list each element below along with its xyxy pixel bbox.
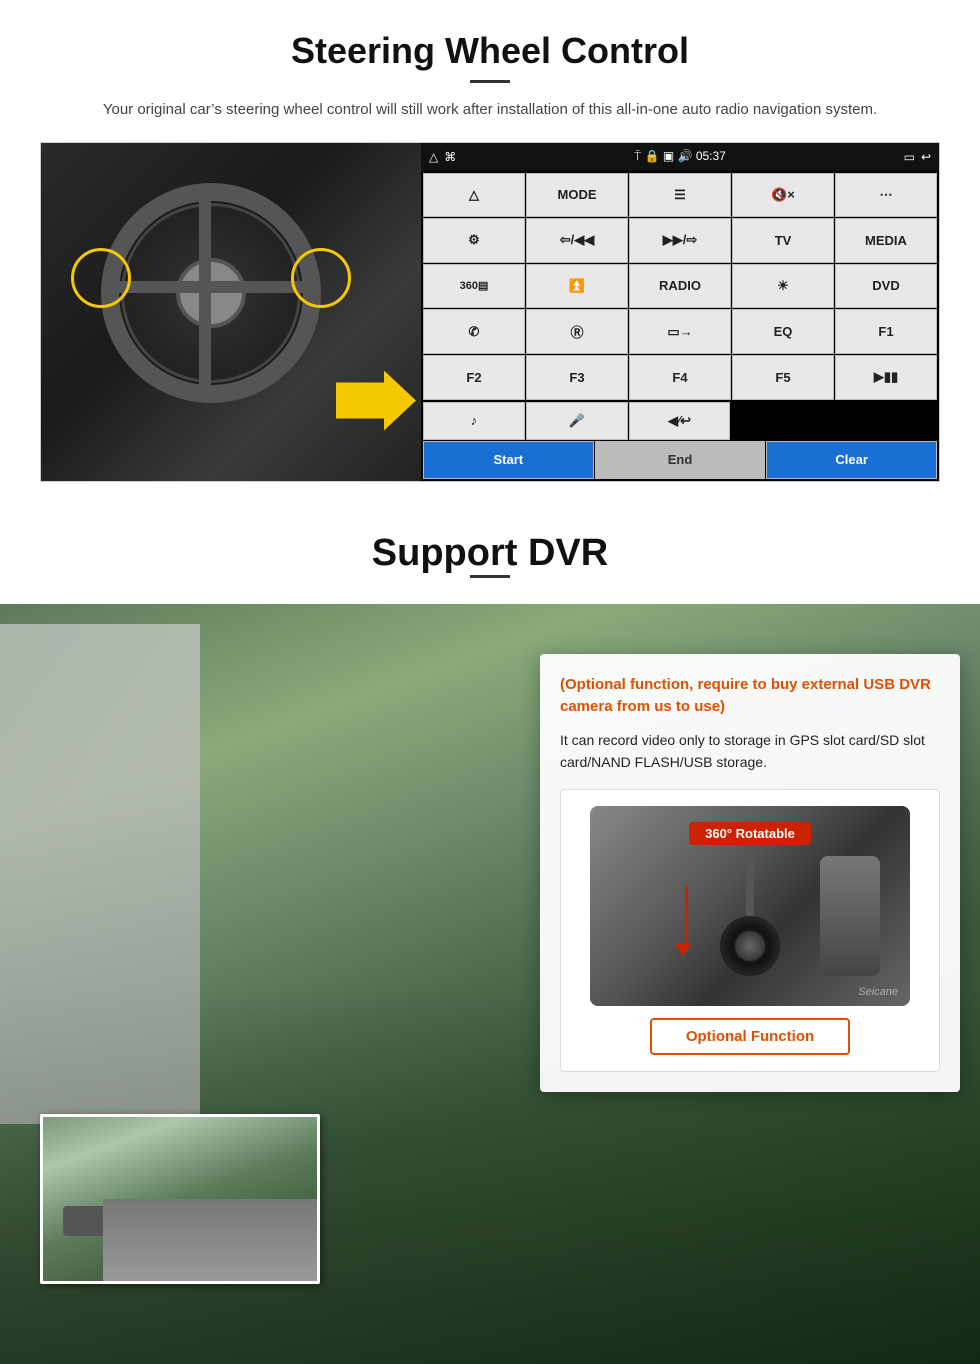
- back-icon: ↩: [921, 150, 931, 164]
- end-button[interactable]: End: [595, 441, 766, 479]
- btn-next[interactable]: ▶▶/⇨: [629, 218, 731, 263]
- car-shape-2: [123, 1206, 163, 1231]
- steering-section: Steering Wheel Control Your original car…: [0, 0, 980, 502]
- btn-f1[interactable]: F1: [835, 309, 937, 354]
- start-button[interactable]: Start: [423, 441, 594, 479]
- screen-icon: ▣: [663, 149, 674, 163]
- dvr-title: Support DVR: [40, 532, 940, 575]
- camera-body: [820, 856, 880, 976]
- highlight-circle-left: [71, 248, 131, 308]
- btn-apps[interactable]: ⋯: [835, 173, 937, 218]
- btn-f3[interactable]: F3: [526, 355, 628, 400]
- btn-usb[interactable]: ▭→: [629, 309, 731, 354]
- btn-f2[interactable]: F2: [423, 355, 525, 400]
- btn-media[interactable]: MEDIA: [835, 218, 937, 263]
- btn-playpause[interactable]: ▶▮▮: [835, 355, 937, 400]
- window-icon: ▭: [904, 150, 915, 164]
- btn-radio[interactable]: RADIO: [629, 264, 731, 309]
- arrow-indicator: [336, 371, 416, 431]
- steering-description: Your original car’s steering wheel contr…: [80, 99, 900, 122]
- wheel-spoke-horizontal: [113, 281, 309, 293]
- dvr-camera-box: 360° Rotatable Seicane: [560, 789, 940, 1072]
- wheel-hub: [176, 258, 246, 328]
- dvr-thumbnail-preview: [40, 1114, 320, 1284]
- control-panel: △ ⌘ ⍑ 🔒 ▣ 🔊 05:37 ▭ ↩ △ MO: [421, 143, 939, 481]
- dvr-section: Support DVR (Optional function, require …: [0, 502, 980, 1364]
- optional-notice: (Optional function, require to buy exter…: [560, 674, 940, 719]
- steering-wheel-photo: [41, 143, 421, 481]
- building-left: [0, 624, 200, 1124]
- btn-music[interactable]: ♪: [423, 402, 525, 440]
- highlight-circle-right: [291, 248, 351, 308]
- btn-nav[interactable]: △: [423, 173, 525, 218]
- button-grid: △ MODE ☰ 🔇× ⋯ ⚙ ⇦/◀◀ ▶▶/⇨ TV MEDIA 360▤ …: [421, 171, 939, 402]
- btn-eject[interactable]: ⏫: [526, 264, 628, 309]
- btn-phone[interactable]: ✆: [423, 309, 525, 354]
- wheel-spoke-vertical: [199, 198, 211, 398]
- clear-button[interactable]: Clear: [766, 441, 937, 479]
- status-center: ⍑ 🔒 ▣ 🔊 05:37: [634, 149, 726, 164]
- rotation-arrow: [670, 876, 710, 956]
- title-divider: [470, 80, 510, 83]
- btn-prev[interactable]: ⇦/◀◀: [526, 218, 628, 263]
- btn-web[interactable]: Ⓡ: [526, 309, 628, 354]
- btn-mute[interactable]: 🔇×: [732, 173, 834, 218]
- btn-vol-prev[interactable]: ◀∕↩: [629, 402, 731, 440]
- home-icon: △: [429, 150, 438, 164]
- btn-mode[interactable]: MODE: [526, 173, 628, 218]
- clock-display: 05:37: [696, 149, 726, 163]
- btn-menu[interactable]: ☰: [629, 173, 731, 218]
- status-left: △ ⌘: [429, 150, 456, 164]
- btn-f5[interactable]: F5: [732, 355, 834, 400]
- status-bar: △ ⌘ ⍑ 🔒 ▣ 🔊 05:37 ▭ ↩: [421, 143, 939, 171]
- btn-tv[interactable]: TV: [732, 218, 834, 263]
- watermark: Seicane: [858, 986, 898, 998]
- optional-function-button[interactable]: Optional Function: [650, 1018, 850, 1055]
- dvr-background: (Optional function, require to buy exter…: [0, 604, 980, 1364]
- btn-brightness[interactable]: ☀: [732, 264, 834, 309]
- lock-icon: 🔒: [645, 149, 660, 163]
- car-shape-1: [63, 1206, 113, 1236]
- road-line: [180, 1236, 184, 1266]
- camera-arm: [746, 846, 754, 926]
- dvr-header: Support DVR: [0, 502, 980, 604]
- rotation-line: [685, 886, 688, 946]
- vol-icon: 🔊: [678, 149, 693, 163]
- status-right: ▭ ↩: [904, 150, 931, 164]
- btn-f4[interactable]: F4: [629, 355, 731, 400]
- dvr-description: It can record video only to storage in G…: [560, 729, 940, 774]
- steering-content-area: △ ⌘ ⍑ 🔒 ▣ 🔊 05:37 ▭ ↩ △ MO: [40, 142, 940, 482]
- btn-360[interactable]: 360▤: [423, 264, 525, 309]
- dvr-divider: [470, 575, 510, 578]
- camera-lens: [720, 916, 780, 976]
- dvr-info-card: (Optional function, require to buy exter…: [540, 654, 960, 1093]
- btn-mic[interactable]: 🎤: [526, 402, 628, 440]
- camera-image: 360° Rotatable Seicane: [590, 806, 910, 1006]
- rotation-arrowhead: [675, 944, 691, 956]
- camera-badge: 360° Rotatable: [689, 822, 811, 845]
- action-buttons-row: Start End Clear: [421, 441, 939, 481]
- wifi-icon: ⍑: [634, 149, 641, 163]
- btn-settings[interactable]: ⚙: [423, 218, 525, 263]
- btn-eq[interactable]: EQ: [732, 309, 834, 354]
- signal-icon: ⌘: [444, 150, 456, 164]
- btn-dvd[interactable]: DVD: [835, 264, 937, 309]
- steering-title: Steering Wheel Control: [40, 30, 940, 72]
